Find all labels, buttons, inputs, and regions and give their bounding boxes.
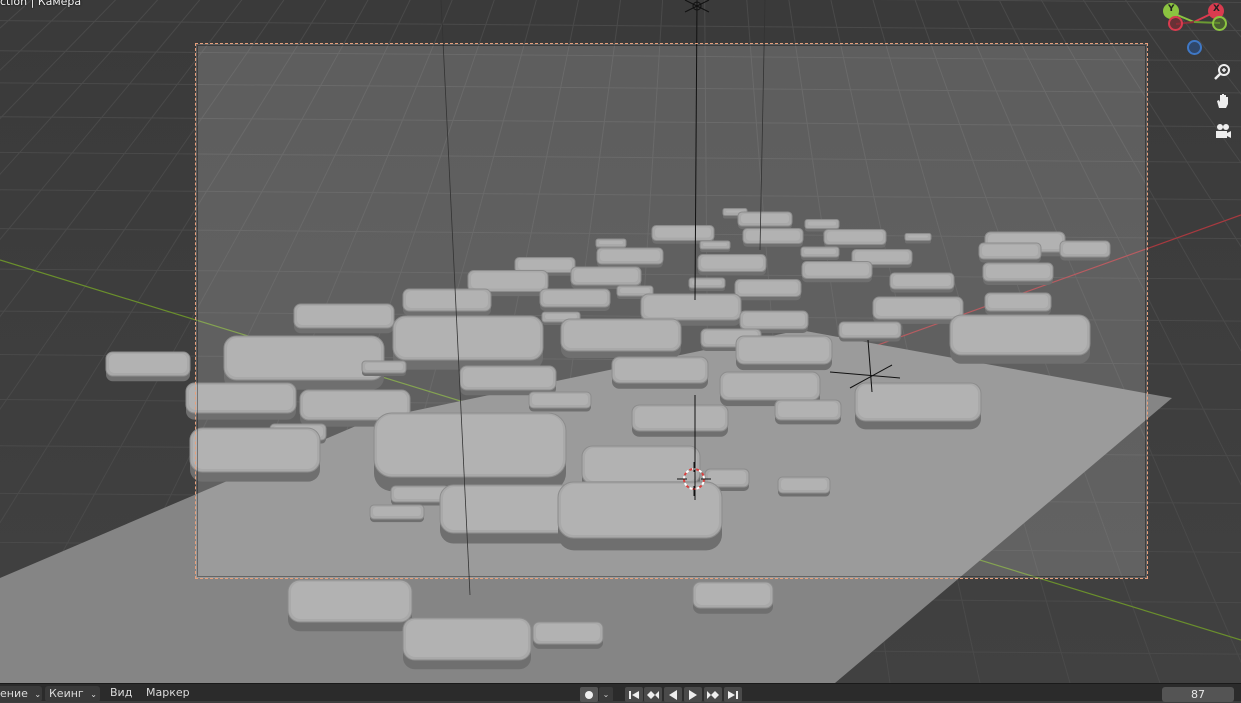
zoom-icon — [1214, 63, 1232, 81]
play-reverse-button[interactable] — [664, 687, 682, 702]
prev-keyframe-button[interactable] — [644, 687, 662, 702]
gizmo-neg-x-axis[interactable] — [1168, 16, 1183, 31]
camera-view-button[interactable] — [1211, 120, 1235, 144]
chevron-down-icon: ⌄ — [90, 690, 97, 699]
chevron-down-icon: ⌄ — [603, 690, 610, 699]
next-keyframe-icon — [706, 690, 720, 700]
gizmo-neg-z-axis[interactable] — [1187, 40, 1202, 55]
hand-pan-icon — [1214, 92, 1232, 110]
jump-end-button[interactable] — [724, 687, 742, 702]
next-keyframe-button[interactable] — [704, 687, 722, 702]
camera-view-icon — [1214, 123, 1232, 141]
playback-dropdown[interactable]: ение ⌄ — [0, 686, 42, 702]
play-icon — [687, 690, 699, 700]
jump-start-icon — [628, 690, 640, 700]
zoom-button[interactable] — [1211, 60, 1235, 84]
prev-keyframe-icon — [646, 690, 660, 700]
menu-view[interactable]: Вид — [110, 684, 132, 702]
current-frame-field[interactable]: 87 — [1162, 687, 1234, 702]
record-button[interactable] — [580, 687, 598, 702]
menu-marker[interactable]: Маркер — [146, 684, 190, 702]
jump-end-icon — [727, 690, 739, 700]
timeline-header: ение ⌄ Кеинг ⌄ Вид Маркер ⌄ 87 — [0, 683, 1241, 701]
viewport-title: ction | Камера — [0, 0, 81, 8]
keying-dropdown-label: Кеинг — [49, 687, 84, 700]
gizmo-x-label: X — [1213, 4, 1220, 14]
play-reverse-icon — [667, 690, 679, 700]
3d-viewport[interactable]: ction | Камера Y X — [0, 0, 1241, 683]
play-button[interactable] — [684, 687, 702, 702]
gizmo-y-label: Y — [1168, 4, 1175, 14]
chevron-down-icon: ⌄ — [34, 690, 41, 699]
tile-face — [291, 582, 409, 619]
navigation-gizmo[interactable]: Y X — [1160, 0, 1230, 60]
auto-keying-dropdown[interactable]: ⌄ — [599, 687, 613, 702]
pan-button[interactable] — [1211, 89, 1235, 113]
keying-dropdown[interactable]: Кеинг ⌄ — [45, 686, 100, 702]
tile-face — [536, 624, 600, 641]
camera-frame-border — [195, 43, 1148, 579]
tile-face — [109, 354, 187, 373]
gizmo-neg-y-axis[interactable] — [1212, 16, 1227, 31]
record-icon — [585, 691, 593, 699]
playback-dropdown-label: ение — [0, 687, 28, 700]
jump-start-button[interactable] — [625, 687, 643, 702]
tile-face — [696, 584, 770, 605]
tile-face — [406, 620, 528, 657]
